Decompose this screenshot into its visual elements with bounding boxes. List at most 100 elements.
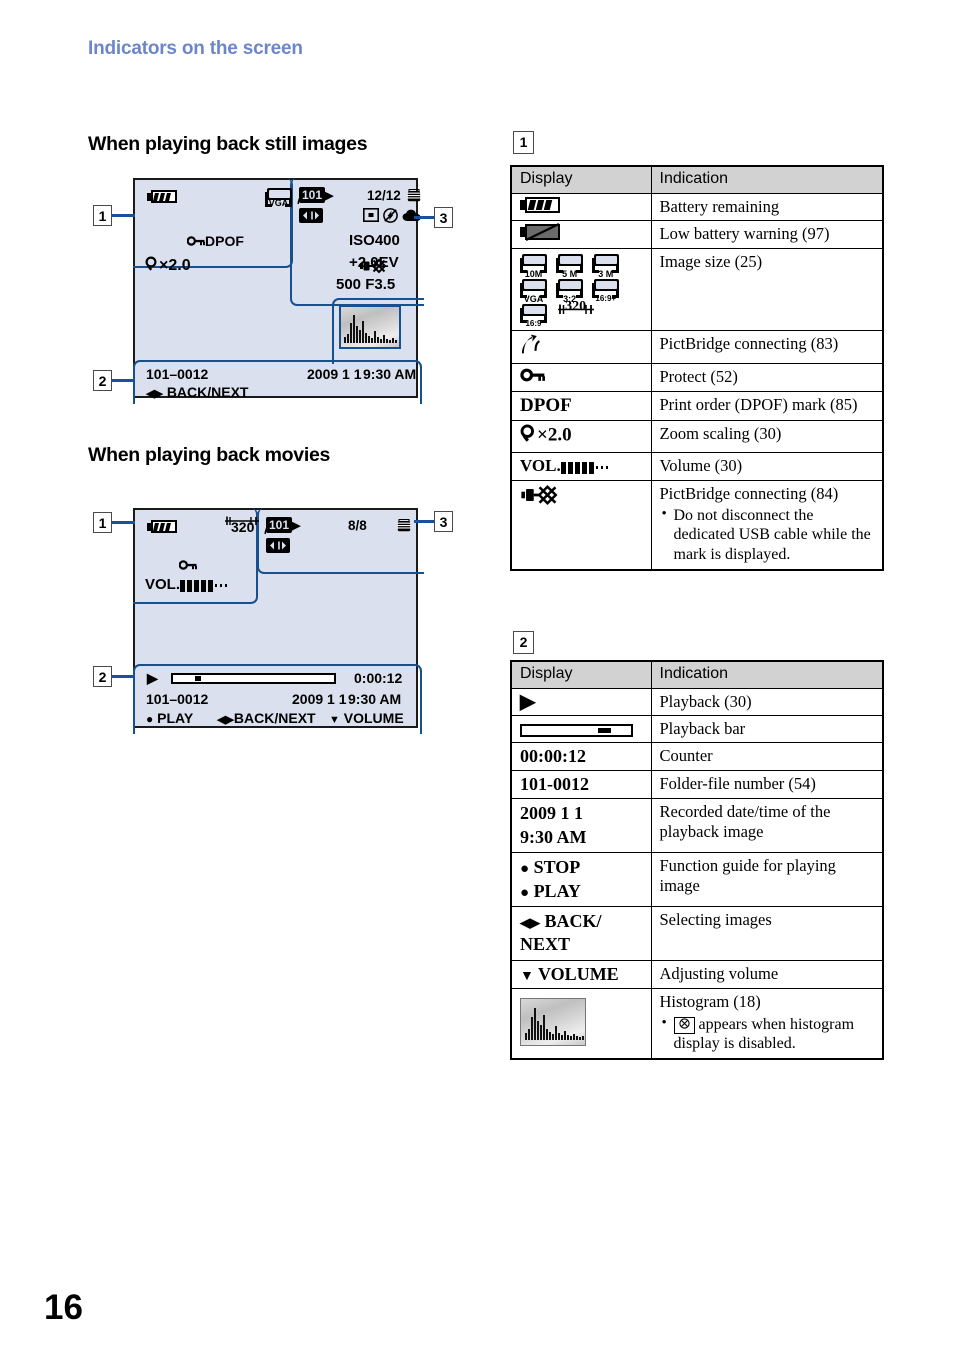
left-right-arrow-icon-movie: ◀▶: [217, 714, 234, 726]
leader-line-1-still: [112, 214, 135, 217]
table-1-marker: 1: [513, 131, 534, 154]
folder-badge-movie: 101 ▶: [266, 517, 301, 533]
flash-off-icon: [383, 208, 398, 228]
table-row: Playback bar: [510, 715, 884, 743]
guide-volume-movie: ▼ VOLUME: [329, 710, 404, 726]
image-size-icon-3-2: 3:2: [556, 278, 584, 303]
pictbridge-hook-icon: [520, 334, 542, 360]
table-row: Battery remaining: [510, 192, 884, 222]
volume-indicator-movie: VOL.: [145, 576, 230, 594]
iso-value-still: ISO400: [349, 232, 400, 249]
recording-media-icon-movie: [397, 519, 411, 537]
left-right-arrow-icon: ◀▶: [146, 388, 163, 400]
date-line: 2009 1 1: [520, 803, 583, 824]
table-row: DPOF Print order (DPOF) mark (85): [510, 390, 884, 422]
magnifier-icon: [145, 256, 159, 276]
key-icon: [186, 234, 205, 250]
shutter-aperture-still: 500 F3.5: [336, 276, 396, 293]
section-title-movies: When playing back movies: [88, 444, 331, 466]
playback-counter-movie: 0:00:12: [354, 670, 403, 686]
callout-marker-2-still: 2: [93, 370, 112, 391]
cell-display-play-triangle: ▶: [510, 687, 652, 717]
dpof-label: DPOF: [205, 233, 244, 249]
pictbridge-usb-icon: [520, 484, 564, 510]
backnext-line-2: NEXT: [520, 934, 571, 955]
table-row: 00:00:12 Counter: [510, 741, 884, 772]
guide-stop-line: ● STOP: [520, 857, 581, 878]
leader-line-3-movie: [414, 520, 436, 523]
callout-marker-1-still: 1: [93, 205, 112, 226]
cell-indication: Zoom scaling (30): [650, 420, 884, 453]
recorded-time-still: 9:30 AM: [363, 366, 417, 382]
cell-display-volume-guide: ▼ VOLUME: [510, 959, 652, 990]
cell-indication: Folder-file number (54): [650, 770, 884, 800]
playback-mode-icon-movie: [266, 538, 290, 558]
table-row: Low battery warning (97): [510, 220, 884, 249]
leader-line-1-movie: [112, 521, 135, 524]
histogram-thumbnail-icon: [520, 998, 586, 1047]
protect-key-icon-movie: [178, 558, 197, 576]
playback-bar-movie[interactable]: [171, 673, 336, 684]
backnext-line-1: ◀▶ BACK/: [520, 911, 602, 932]
table-indicators-group-2: Display Indication ▶ Playback (30) Playb…: [510, 660, 884, 1061]
down-arrow-icon: ▼: [520, 968, 534, 984]
volume-bar-icon: [560, 457, 611, 477]
cell-display-volume: VOL.: [510, 451, 652, 481]
image-size-icon-16-9-plus: 16:9+: [592, 278, 620, 302]
guide-backnext-still: ◀▶ BACK/NEXT: [146, 384, 249, 400]
guide-backnext-movie: ◀▶BACK/NEXT: [217, 710, 316, 726]
cell-indication: Function guide for playing image: [650, 852, 884, 908]
cell-display-dpof: DPOF: [510, 390, 652, 422]
table-row: ● STOP ● PLAY Function guide for playing…: [510, 852, 884, 908]
cell-indication: Protect (52): [650, 363, 884, 392]
cell-display-battery-full: [510, 192, 652, 222]
cell-display-zoom-scaling: ×2.0: [510, 420, 652, 453]
filled-circle-icon-2: ●: [520, 884, 530, 901]
leader-line-3-still: [414, 216, 436, 219]
cell-indication: Adjusting volume: [650, 959, 884, 990]
callout-marker-2-movie: 2: [93, 666, 112, 687]
guide-play-movie: ● PLAY: [146, 710, 194, 726]
table-header-row: Display Indication: [510, 165, 884, 194]
page-number: 16: [44, 1288, 83, 1327]
playback-triangle-movie: ▶: [147, 670, 158, 686]
table-row: ▼ VOLUME Adjusting volume: [510, 959, 884, 990]
cell-display-function-guide: ● STOP ● PLAY: [510, 852, 652, 908]
table-row: 10M 5 M 3 M VGA 3:2 16:9+ 16:9 320 Image…: [510, 247, 884, 331]
table-row: ×2.0 Zoom scaling (30): [510, 420, 884, 453]
leader-line-2-movie: [112, 675, 135, 678]
cell-indication: PictBridge connecting (84) Do not discon…: [650, 479, 884, 571]
image-size-icon-10m: 10M: [520, 253, 547, 278]
table-row: PictBridge connecting (83): [510, 329, 884, 365]
movie-size-icon: 320: [225, 516, 259, 535]
callout-marker-3-movie: 3: [434, 511, 453, 532]
cell-display-folder-file: 101-0012: [510, 770, 652, 800]
table-row: Histogram (18) appears when histogram di…: [510, 988, 884, 1060]
table-row: ▶ Playback (30): [510, 687, 884, 717]
cell-indication: Playback bar: [650, 715, 884, 743]
note-item: appears when histogram display is disabl…: [660, 1014, 875, 1053]
playback-mode-icon: [299, 208, 323, 228]
column-header-indication: Indication: [650, 165, 884, 194]
column-header-indication: Indication: [650, 660, 884, 689]
cell-display-battery-low: [510, 220, 652, 249]
indication-text: PictBridge connecting (84): [659, 483, 839, 503]
cell-indication: Battery remaining: [650, 192, 884, 222]
zoom-scaling-still: ×2.0: [145, 256, 191, 276]
playback-bar-position: [195, 676, 201, 681]
page-title: Indicators on the screen: [88, 38, 303, 59]
table-indicators-group-1: Display Indication Battery remaining Low…: [510, 165, 884, 571]
table-row: ◀▶ BACK/ NEXT Selecting images: [510, 906, 884, 961]
cell-indication: Volume (30): [650, 451, 884, 481]
cell-indication: Low battery warning (97): [650, 220, 884, 249]
metering-mode-icon: [363, 208, 379, 227]
cell-indication: PictBridge connecting (83): [650, 329, 884, 365]
ev-value-still: +2.0EV: [349, 254, 399, 271]
cell-display-pictbridge-usb: [510, 479, 652, 571]
callout-marker-3-still: 3: [434, 207, 453, 228]
histogram-disabled-icon: [673, 1016, 695, 1034]
movie-size-icon-320: 320: [558, 298, 595, 314]
play-triangle-icon: ▶: [520, 690, 536, 713]
cell-indication: Image size (25): [650, 247, 884, 331]
cell-display-histogram: [510, 988, 652, 1060]
